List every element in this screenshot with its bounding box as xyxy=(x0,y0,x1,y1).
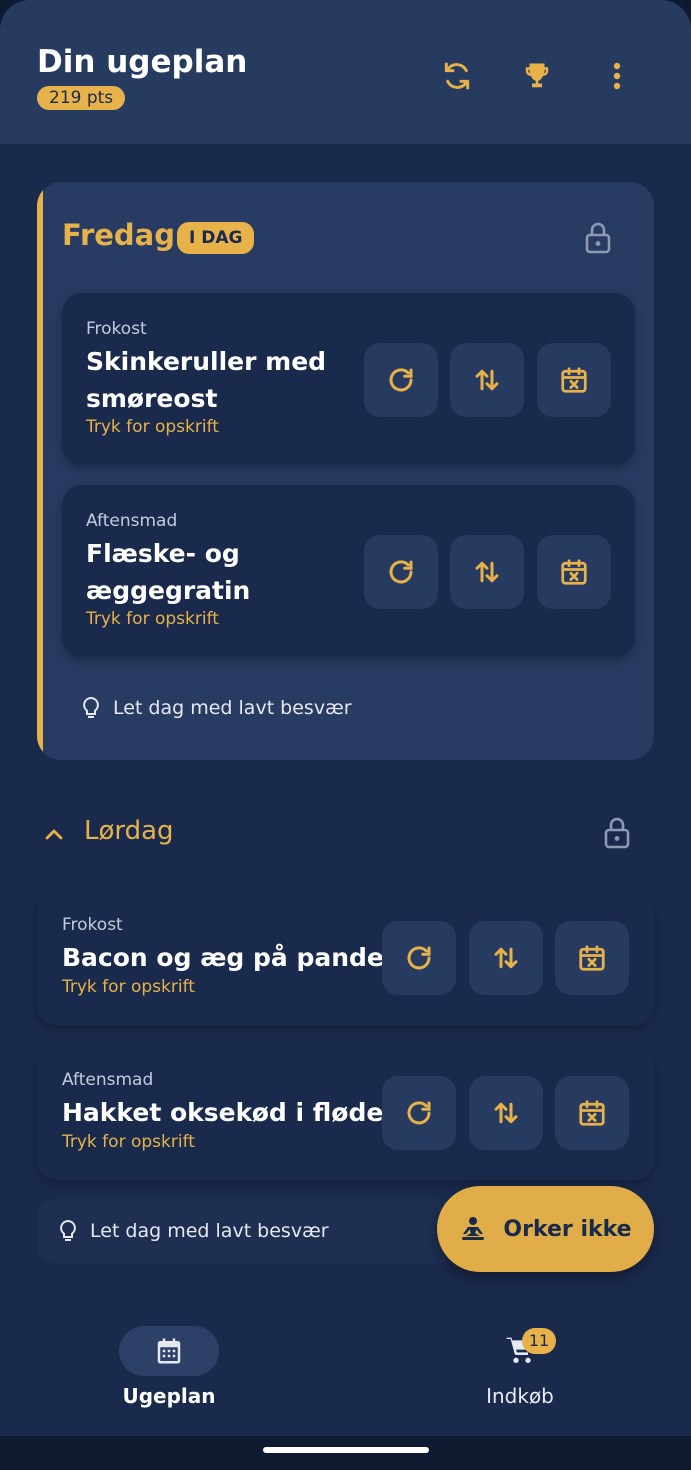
recipe-link[interactable]: Tryk for opskrift xyxy=(62,1132,195,1152)
app-screen: Din ugeplan 219 pts Fredag I DAG Frokost… xyxy=(0,0,691,1470)
swap-button[interactable] xyxy=(469,921,543,995)
page-title: Din ugeplan xyxy=(37,44,248,80)
nav-item-ugeplan[interactable]: Ugeplan xyxy=(89,1326,249,1426)
today-accent-bar xyxy=(37,182,43,760)
day-tip: Let dag med lavt besvær xyxy=(58,1219,329,1243)
regenerate-button[interactable] xyxy=(382,1076,456,1150)
meal-type: Aftensmad xyxy=(62,1070,154,1090)
regenerate-button[interactable] xyxy=(364,343,438,417)
chevron-up-icon[interactable] xyxy=(42,822,66,846)
swap-vert-icon xyxy=(494,1102,518,1124)
today-badge: I DAG xyxy=(177,222,255,254)
meal-card[interactable]: Aftensmad Hakket oksekød i fløde Tryk fo… xyxy=(37,1048,654,1180)
calendar-remove-icon xyxy=(579,945,605,971)
nav-icon-container xyxy=(470,1326,570,1376)
lightbulb-icon xyxy=(81,696,101,720)
recipe-link[interactable]: Tryk for opskrift xyxy=(86,609,219,629)
recipe-link[interactable]: Tryk for opskrift xyxy=(86,417,219,437)
swap-button[interactable] xyxy=(450,343,524,417)
meal-type: Aftensmad xyxy=(86,511,178,531)
meal-name: Flæske- og æggegratin xyxy=(86,539,251,605)
day-card-fredag: Fredag I DAG Frokost Skinkeruller med sm… xyxy=(37,182,654,760)
swap-button[interactable] xyxy=(469,1076,543,1150)
swap-button[interactable] xyxy=(450,535,524,609)
meal-card[interactable]: Frokost Bacon og æg på panden Tryk for o… xyxy=(37,893,654,1025)
regenerate-button[interactable] xyxy=(364,535,438,609)
swap-vert-icon xyxy=(475,369,499,391)
lock-icon[interactable] xyxy=(600,813,634,853)
lightbulb-icon xyxy=(58,1219,78,1243)
swap-vert-icon xyxy=(475,561,499,583)
regenerate-icon xyxy=(389,560,413,584)
regenerate-icon xyxy=(407,1101,431,1125)
calendar-icon xyxy=(157,1338,181,1364)
day-title: Lørdag xyxy=(84,816,174,846)
regenerate-icon xyxy=(389,368,413,392)
recipe-link[interactable]: Tryk for opskrift xyxy=(62,977,195,997)
meditation-icon xyxy=(459,1216,487,1242)
day-tip: Let dag med lavt besvær xyxy=(81,696,352,720)
swap-vert-icon xyxy=(494,947,518,969)
regenerate-icon xyxy=(407,946,431,970)
skip-day-button[interactable] xyxy=(555,921,629,995)
refresh-icon[interactable] xyxy=(437,56,477,96)
home-indicator[interactable] xyxy=(263,1447,429,1453)
meal-card[interactable]: Aftensmad Flæske- og æggegratin Tryk for… xyxy=(62,485,635,657)
orker-ikke-button[interactable]: Orker ikke xyxy=(437,1186,654,1272)
more-vert-icon[interactable] xyxy=(597,56,637,96)
trophy-icon[interactable] xyxy=(517,56,557,96)
calendar-remove-icon xyxy=(561,367,587,393)
lock-icon[interactable] xyxy=(581,218,615,258)
system-nav-bar xyxy=(0,1436,691,1470)
tip-text: Let dag med lavt besvær xyxy=(113,697,352,719)
meal-name: Bacon og æg på panden xyxy=(62,943,402,972)
nav-label: Indkøb xyxy=(486,1384,554,1408)
skip-day-button[interactable] xyxy=(537,535,611,609)
tip-text: Let dag med lavt besvær xyxy=(90,1220,329,1242)
day-title: Fredag xyxy=(62,218,176,252)
nav-label: Ugeplan xyxy=(122,1384,216,1408)
bottom-navigation: Ugeplan Indkøb xyxy=(0,1296,691,1436)
meal-card[interactable]: Frokost Skinkeruller med smøreost Tryk f… xyxy=(62,293,635,465)
nav-active-indicator xyxy=(119,1326,219,1376)
calendar-remove-icon xyxy=(561,559,587,585)
fab-label: Orker ikke xyxy=(503,1216,632,1242)
regenerate-button[interactable] xyxy=(382,921,456,995)
meal-name: Skinkeruller med smøreost xyxy=(86,347,327,413)
calendar-remove-icon xyxy=(579,1100,605,1126)
top-app-bar: Din ugeplan 219 pts xyxy=(0,0,691,144)
skip-day-button[interactable] xyxy=(537,343,611,417)
nav-item-indkob[interactable]: Indkøb xyxy=(440,1326,600,1426)
meal-name: Hakket oksekød i fløde xyxy=(62,1098,384,1127)
meal-type: Frokost xyxy=(86,319,147,339)
points-badge: 219 pts xyxy=(37,86,126,110)
cart-count-badge: 11 xyxy=(522,1328,556,1354)
skip-day-button[interactable] xyxy=(555,1076,629,1150)
meal-type: Frokost xyxy=(62,915,123,935)
